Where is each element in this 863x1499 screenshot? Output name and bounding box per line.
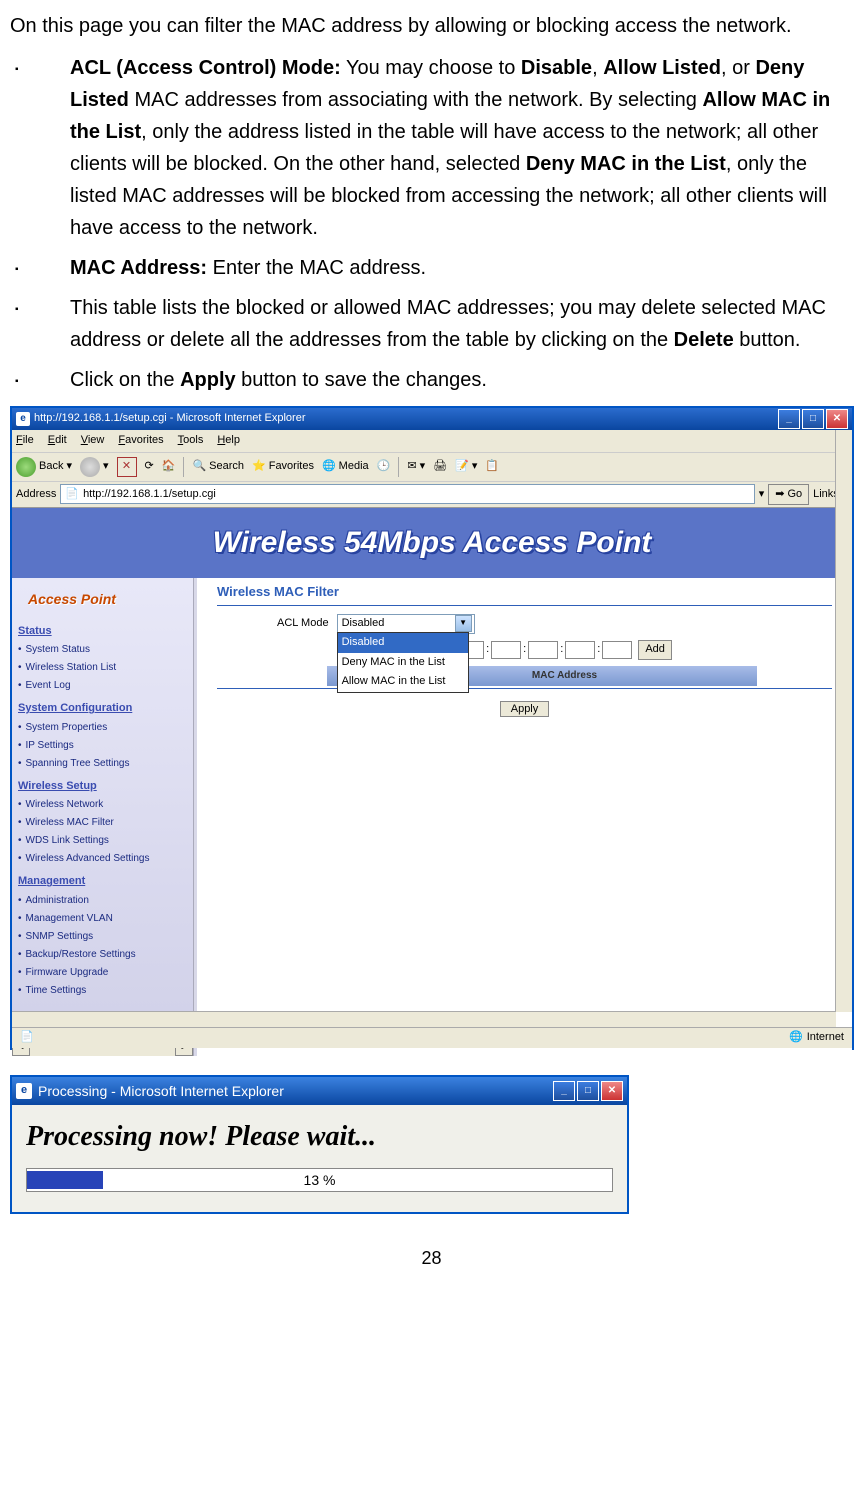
main-content: Wireless MAC Filter ACL Mode Disabled ▼ … [194,578,852,1056]
add-button[interactable]: Add [638,640,672,660]
acl-mode-label: ACL Mode [277,615,329,633]
mac-octet-4[interactable] [528,641,558,659]
menu-view[interactable]: View [81,432,105,450]
bullet-list: ▪ACL (Access Control) Mode: You may choo… [10,52,853,396]
ie-window-screenshot: e http://192.168.1.1/setup.cgi - Microso… [10,406,854,1050]
maximize-button[interactable]: □ [577,1081,599,1101]
menu-help[interactable]: Help [217,432,240,450]
sidebar-title: Access Point [28,588,193,610]
go-button[interactable]: ➡ Go [768,484,809,506]
processing-dialog: e Processing - Microsoft Internet Explor… [10,1075,629,1214]
menu-file[interactable]: File [16,432,34,450]
acl-dropdown: Disabled Deny MAC in the List Allow MAC … [337,632,469,693]
favorites-button[interactable]: ⭐ Favorites [252,458,314,476]
home-button[interactable]: 🏠 [162,458,176,476]
nav-group-title: Wireless Setup [18,778,193,796]
address-label: Address [16,486,56,504]
forward-button[interactable]: ▾ [80,457,109,477]
chevron-down-icon: ▼ [455,615,472,632]
nav-item[interactable]: WDS Link Settings [18,833,193,849]
progress-percent: 13 % [27,1169,612,1191]
acl-mode-select[interactable]: Disabled ▼ [337,614,475,634]
refresh-button[interactable]: ⟳ [145,458,154,476]
banner-text: Wireless 54Mbps Access Point [213,519,652,567]
minimize-button[interactable]: _ [778,409,800,429]
nav-item[interactable]: Time Settings [18,983,193,999]
mail-button[interactable]: ✉ ▾ [407,458,425,476]
nav-item[interactable]: Backup/Restore Settings [18,947,193,963]
search-button[interactable]: 🔍 Search [192,458,244,476]
nav-group-title: Management [18,873,193,891]
nav-item[interactable]: System Status [18,642,193,658]
bullet-item: ▪ACL (Access Control) Mode: You may choo… [10,52,853,244]
progress-bar: 13 % [26,1168,613,1192]
nav-item[interactable]: Wireless Advanced Settings [18,851,193,867]
section-title: Wireless MAC Filter [217,582,832,606]
acl-option-allow[interactable]: Allow MAC in the List [338,672,468,692]
vertical-scrollbar[interactable] [835,430,852,1012]
status-left: 📄 [20,1029,34,1047]
back-button[interactable]: Back ▾ [16,457,72,477]
nav-item[interactable]: Firmware Upgrade [18,965,193,981]
print-button[interactable]: 🖨 [433,458,447,476]
menu-favorites[interactable]: Favorites [118,432,163,450]
page-number: 28 [10,1244,853,1273]
nav-group-title: Status [18,623,193,641]
banner: Wireless 54Mbps Access Point [12,508,852,578]
sidebar: Access Point StatusSystem Status Wireless… [12,578,194,1056]
nav-item[interactable]: Event Log [18,678,193,694]
page-icon: 📄 [65,486,79,504]
processing-text: Processing now! Please wait... [26,1115,613,1160]
horizontal-scrollbar[interactable] [12,1011,836,1028]
mac-octet-3[interactable] [491,641,521,659]
ie-titlebar: e http://192.168.1.1/setup.cgi - Microso… [12,408,852,430]
ie-title: http://192.168.1.1/setup.cgi - Microsoft… [34,410,305,428]
processing-titlebar: e Processing - Microsoft Internet Explor… [12,1077,627,1105]
bullet-item: ▪This table lists the blocked or allowed… [10,292,853,356]
media-button[interactable]: 🌐 Media [322,458,369,476]
nav-item[interactable]: Administration [18,893,193,909]
nav-item[interactable]: Wireless MAC Filter [18,815,193,831]
edit-button[interactable]: 📝 ▾ [455,458,477,476]
close-button[interactable]: ✕ [826,409,848,429]
maximize-button[interactable]: □ [802,409,824,429]
minimize-button[interactable]: _ [553,1081,575,1101]
acl-option-deny[interactable]: Deny MAC in the List [338,653,468,673]
history-button[interactable]: 🕒 [377,458,391,476]
ie-icon: e [16,1083,32,1099]
ie-icon: e [16,412,30,426]
mac-octet-6[interactable] [602,641,632,659]
menu-edit[interactable]: Edit [48,432,67,450]
mac-octet-5[interactable] [565,641,595,659]
nav-item[interactable]: Wireless Network [18,797,193,813]
acl-option-disabled[interactable]: Disabled [338,633,468,653]
address-input[interactable]: 📄 http://192.168.1.1/setup.cgi [60,484,754,504]
discuss-button[interactable]: 📋 [485,458,499,476]
nav-item[interactable]: SNMP Settings [18,929,193,945]
bullet-item: ▪Click on the Apply button to save the c… [10,364,853,396]
nav-item[interactable]: Spanning Tree Settings [18,756,193,772]
intro-text: On this page you can filter the MAC addr… [10,10,853,42]
close-button[interactable]: ✕ [601,1081,623,1101]
bullet-item: ▪MAC Address: Enter the MAC address. [10,252,853,284]
status-zone: 🌐 Internet [789,1029,844,1047]
ie-toolbar: Back ▾ ▾ ✕ ⟳ 🏠 🔍 Search ⭐ Favorites 🌐 Me… [12,453,852,482]
nav-item[interactable]: IP Settings [18,738,193,754]
stop-button[interactable]: ✕ [117,457,137,477]
nav-item[interactable]: System Properties [18,720,193,736]
nav-group-title: System Configuration [18,700,193,718]
nav-item[interactable]: Management VLAN [18,911,193,927]
ie-menubar: File Edit View Favorites Tools Help [12,430,852,453]
ie-statusbar: 📄 🌐 Internet [12,1027,852,1048]
mac-input-row: : : : : : Add [417,640,832,660]
nav-item[interactable]: Wireless Station List [18,660,193,676]
menu-tools[interactable]: Tools [178,432,204,450]
ie-addressbar: Address 📄 http://192.168.1.1/setup.cgi ▾… [12,482,852,509]
apply-button[interactable]: Apply [500,701,550,717]
